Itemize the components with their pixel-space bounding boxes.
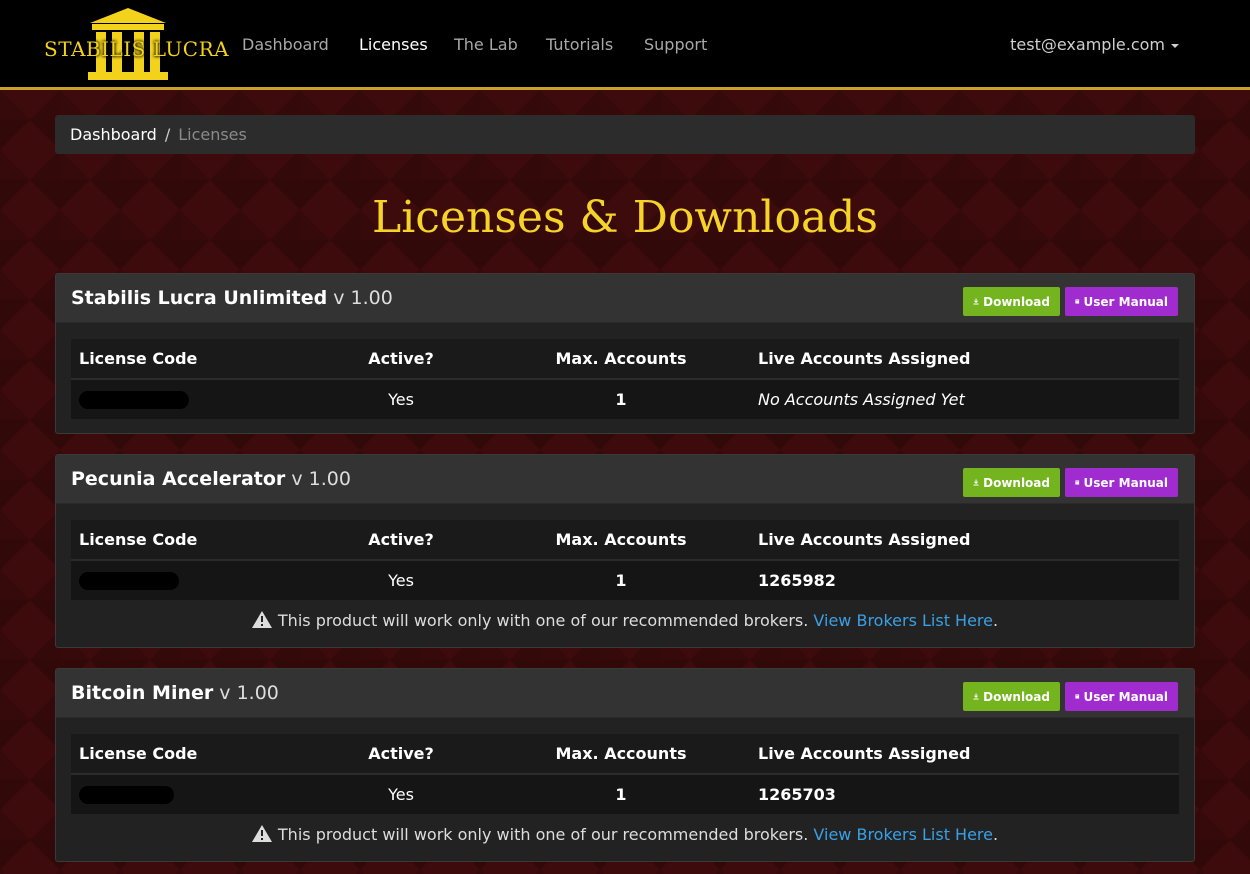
- brand-logo[interactable]: STABILIS LUCRA: [44, 8, 230, 82]
- product-version: v 1.00: [219, 682, 279, 704]
- download-button[interactable]: Download: [963, 468, 1060, 497]
- table-row: Yes 1 No Accounts Assigned Yet: [71, 379, 1179, 419]
- top-navbar: STABILIS LUCRA Dashboard Licenses The La…: [0, 0, 1250, 90]
- nav-dashboard[interactable]: Dashboard: [242, 35, 329, 54]
- col-license-code: License Code: [71, 339, 296, 380]
- product-name: Bitcoin Miner: [71, 682, 214, 704]
- max-accounts-value: 1: [615, 390, 627, 409]
- breadcrumb-current: Licenses: [178, 125, 247, 144]
- col-active: Active?: [296, 734, 506, 775]
- broker-note: This product will work only with one of …: [71, 611, 1179, 630]
- download-button[interactable]: Download: [963, 682, 1060, 711]
- live-accounts-value: 1265703: [758, 785, 836, 804]
- page-title: Licenses & Downloads: [372, 192, 878, 243]
- user-manual-label: User Manual: [1083, 294, 1168, 309]
- col-max-accounts: Max. Accounts: [506, 734, 736, 775]
- user-manual-button[interactable]: User Manual: [1065, 682, 1178, 711]
- user-menu[interactable]: test@example.com: [1010, 35, 1179, 54]
- caret-down-icon: [1171, 43, 1179, 48]
- download-icon: [973, 479, 979, 486]
- redacted-license-code: [79, 391, 189, 410]
- active-value: Yes: [388, 571, 414, 590]
- license-table: License Code Active? Max. Accounts Live …: [71, 520, 1179, 600]
- col-license-code: License Code: [71, 734, 296, 775]
- nav-the-lab[interactable]: The Lab: [454, 35, 518, 54]
- warning-icon: [251, 825, 272, 842]
- product-name: Pecunia Accelerator: [71, 468, 286, 490]
- license-table: License Code Active? Max. Accounts Live …: [71, 734, 1179, 814]
- max-accounts-value: 1: [615, 785, 627, 804]
- warning-icon: [251, 611, 272, 628]
- col-active: Active?: [296, 520, 506, 561]
- panel-header: Bitcoin Miner v 1.00 Download User Manua…: [56, 669, 1194, 718]
- table-row: Yes 1 1265982: [71, 560, 1179, 600]
- download-label: Download: [983, 689, 1050, 704]
- download-label: Download: [983, 475, 1050, 490]
- book-icon: [1075, 694, 1080, 699]
- product-name: Stabilis Lucra Unlimited: [71, 287, 328, 309]
- breadcrumb-separator: /: [164, 125, 171, 144]
- col-live-accounts: Live Accounts Assigned: [736, 339, 1179, 380]
- panel-header: Stabilis Lucra Unlimited v 1.00 Download…: [56, 274, 1194, 323]
- nav-licenses[interactable]: Licenses: [359, 35, 428, 54]
- col-active: Active?: [296, 339, 506, 380]
- breadcrumb-dashboard[interactable]: Dashboard: [70, 125, 157, 144]
- download-button[interactable]: Download: [963, 287, 1060, 316]
- broker-note: This product will work only with one of …: [71, 825, 1179, 844]
- live-accounts-value: 1265982: [758, 571, 836, 590]
- table-row: Yes 1 1265703: [71, 774, 1179, 814]
- download-label: Download: [983, 294, 1050, 309]
- user-manual-button[interactable]: User Manual: [1065, 287, 1178, 316]
- active-value: Yes: [388, 390, 414, 409]
- nav-support[interactable]: Support: [644, 35, 707, 54]
- active-value: Yes: [388, 785, 414, 804]
- brand-name: STABILIS LUCRA: [44, 37, 230, 61]
- note-trail: .: [993, 611, 999, 630]
- user-manual-label: User Manual: [1083, 475, 1168, 490]
- user-manual-label: User Manual: [1083, 689, 1168, 704]
- product-version: v 1.00: [333, 287, 393, 309]
- brokers-list-link[interactable]: View Brokers List Here: [813, 611, 993, 630]
- license-table: License Code Active? Max. Accounts Live …: [71, 339, 1179, 419]
- download-icon: [973, 693, 979, 700]
- col-max-accounts: Max. Accounts: [506, 520, 736, 561]
- broker-note-text: This product will work only with one of …: [277, 825, 809, 844]
- book-icon: [1075, 299, 1080, 304]
- note-trail: .: [993, 825, 999, 844]
- redacted-license-code: [79, 572, 179, 591]
- live-accounts-value: No Accounts Assigned Yet: [758, 390, 965, 409]
- col-live-accounts: Live Accounts Assigned: [736, 520, 1179, 561]
- product-panel-1: Stabilis Lucra Unlimited v 1.00 Download…: [55, 273, 1195, 434]
- product-version: v 1.00: [291, 468, 351, 490]
- product-panel-2: Pecunia Accelerator v 1.00 Download User…: [55, 454, 1195, 648]
- download-icon: [973, 298, 979, 305]
- broker-note-text: This product will work only with one of …: [277, 611, 809, 630]
- breadcrumb: Dashboard / Licenses: [55, 115, 1195, 154]
- user-email: test@example.com: [1010, 35, 1165, 54]
- brokers-list-link[interactable]: View Brokers List Here: [813, 825, 993, 844]
- user-manual-button[interactable]: User Manual: [1065, 468, 1178, 497]
- redacted-license-code: [79, 786, 174, 805]
- panel-header: Pecunia Accelerator v 1.00 Download User…: [56, 455, 1194, 504]
- product-panel-3: Bitcoin Miner v 1.00 Download User Manua…: [55, 668, 1195, 862]
- col-live-accounts: Live Accounts Assigned: [736, 734, 1179, 775]
- max-accounts-value: 1: [615, 571, 627, 590]
- book-icon: [1075, 480, 1080, 485]
- nav-tutorials[interactable]: Tutorials: [546, 35, 613, 54]
- col-max-accounts: Max. Accounts: [506, 339, 736, 380]
- col-license-code: License Code: [71, 520, 296, 561]
